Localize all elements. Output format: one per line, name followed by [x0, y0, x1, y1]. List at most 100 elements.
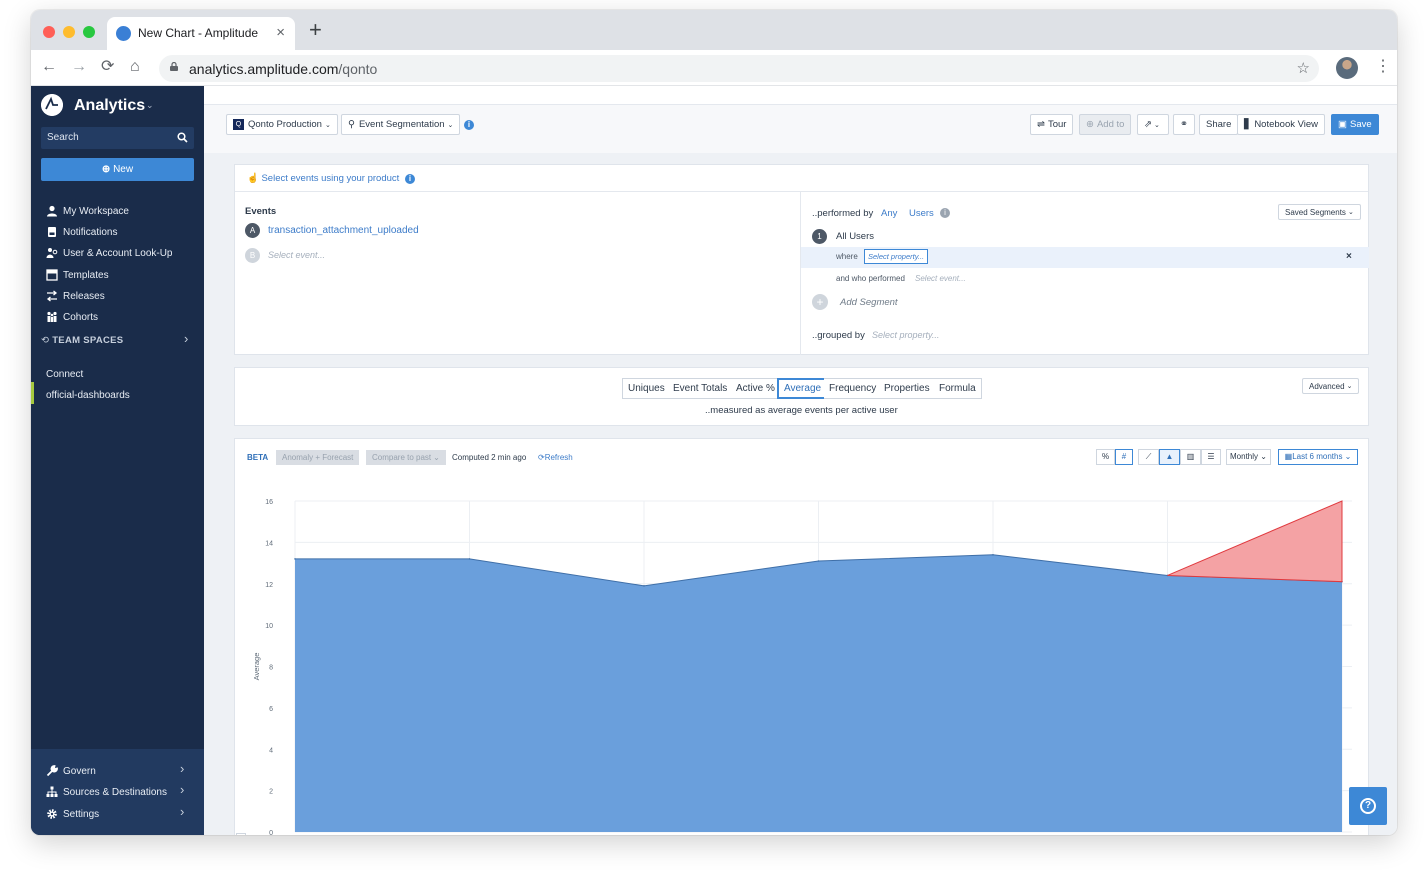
- tab-average[interactable]: Average: [777, 378, 829, 399]
- tab-event-totals[interactable]: Event Totals: [668, 378, 734, 399]
- chevron-right-icon[interactable]: ›: [180, 804, 184, 819]
- browser-tab[interactable]: New Chart - Amplitude ×: [107, 17, 295, 50]
- reload-icon[interactable]: ⟳: [101, 59, 114, 75]
- info-icon[interactable]: i: [464, 120, 474, 130]
- interval-selector[interactable]: Monthly ⌄: [1226, 449, 1271, 465]
- y-tick-label: 12: [265, 582, 273, 589]
- segment-name[interactable]: All Users: [836, 231, 874, 242]
- bookmark-star-icon[interactable]: ☆: [1297, 59, 1310, 77]
- top-strip: [204, 86, 1397, 105]
- chevron-down-icon[interactable]: ⌄: [146, 100, 154, 111]
- sidebar-item-my-workspace[interactable]: My Workspace: [46, 203, 129, 219]
- close-tab-icon[interactable]: ×: [276, 24, 285, 41]
- sidebar-search[interactable]: Search: [41, 127, 194, 149]
- back-icon[interactable]: ←: [41, 59, 57, 75]
- chevron-right-icon[interactable]: ›: [180, 761, 184, 776]
- bar-chart-icon[interactable]: ▥: [1180, 449, 1201, 465]
- table-view-icon[interactable]: ☰: [1201, 449, 1221, 465]
- select-property-dropdown[interactable]: Select property...: [864, 249, 929, 264]
- add-segment-button[interactable]: Add Segment: [840, 297, 898, 308]
- sidebar: Analytics ⌄ Search ⊕ New My Workspace No…: [31, 86, 204, 835]
- main-content: Q Qonto Production ⌄ ⚲ Event Segmentation ⌄ …: [204, 86, 1397, 835]
- tab-properties[interactable]: Properties: [879, 378, 936, 399]
- any-selector[interactable]: Any: [881, 208, 897, 219]
- anomaly-forecast-button[interactable]: Anomaly + Forecast: [276, 450, 360, 465]
- forward-icon[interactable]: →: [71, 59, 87, 75]
- event-b-placeholder[interactable]: Select event...: [268, 250, 325, 260]
- saved-segments-button[interactable]: Saved Segments ⌄: [1278, 204, 1361, 220]
- chevron-right-icon[interactable]: ›: [180, 782, 184, 797]
- home-icon[interactable]: ⌂: [130, 59, 140, 75]
- project-selector[interactable]: Q Qonto Production ⌄: [226, 114, 338, 135]
- users-selector[interactable]: Users: [909, 208, 934, 219]
- chart-panel: BETA Anomaly + Forecast Compare to past ⌄…: [234, 438, 1369, 835]
- tab-uniques[interactable]: Uniques: [622, 378, 671, 399]
- grouped-by-placeholder[interactable]: Select property...: [872, 330, 939, 340]
- chevron-down-icon: ⌄: [1153, 121, 1160, 129]
- sidebar-item-govern[interactable]: Govern: [46, 763, 96, 779]
- url-field[interactable]: analytics.amplitude.com/qonto ☆: [159, 55, 1319, 82]
- sidebar-item-sources-destinations[interactable]: Sources & Destinations: [46, 784, 167, 800]
- sidebar-space-official-dashboards[interactable]: official-dashboards: [46, 387, 130, 403]
- add-segment-icon[interactable]: +: [812, 294, 828, 310]
- minimize-window-button[interactable]: [63, 26, 75, 38]
- sidebar-item-releases[interactable]: Releases: [46, 288, 105, 304]
- close-window-button[interactable]: [43, 26, 55, 38]
- sidebar-item-settings[interactable]: Settings: [46, 806, 99, 822]
- app-brand[interactable]: Analytics: [74, 97, 145, 115]
- chevron-right-icon[interactable]: ›: [184, 331, 188, 346]
- chevron-down-icon: ⌄: [1258, 452, 1267, 461]
- add-to-button[interactable]: ⊕ Add to: [1079, 114, 1132, 135]
- share-button[interactable]: Share: [1199, 114, 1239, 135]
- sidebar-item-notifications[interactable]: Notifications: [46, 224, 117, 240]
- sidebar-space-connect[interactable]: Connect: [46, 366, 83, 382]
- floppy-icon: ▣: [1338, 119, 1347, 130]
- tour-label: Tour: [1047, 119, 1067, 130]
- signpost-icon: ⇌: [1037, 119, 1045, 130]
- select-event-placeholder[interactable]: Select event...: [915, 274, 966, 283]
- sidebar-item-user-lookup[interactable]: User & Account Look-Up: [46, 245, 173, 261]
- export-icon: ⇗: [1144, 119, 1152, 130]
- info-icon[interactable]: i: [940, 208, 950, 218]
- and-who-performed-label: and who performed: [836, 274, 905, 283]
- tab-frequency[interactable]: Frequency: [824, 378, 883, 399]
- advanced-button[interactable]: Advanced ⌄: [1302, 378, 1360, 394]
- new-button[interactable]: ⊕ New: [41, 158, 194, 181]
- refresh-button[interactable]: ⟳Refresh: [538, 453, 573, 462]
- sidebar-item-label: Govern: [63, 765, 96, 777]
- tab-formula[interactable]: Formula: [934, 378, 982, 399]
- copy-link-button[interactable]: ⚭: [1173, 114, 1195, 135]
- y-tick-label: 6: [269, 706, 273, 713]
- profile-avatar[interactable]: [1336, 57, 1358, 79]
- chevron-down-icon: ⌄: [1347, 209, 1354, 216]
- panel-divider: [800, 192, 801, 355]
- sidebar-item-cohorts[interactable]: Cohorts: [46, 309, 98, 325]
- notebook-view-button[interactable]: ▋ Notebook View: [1237, 114, 1326, 135]
- date-range-selector[interactable]: ▦Last 6 months ⌄: [1278, 449, 1358, 465]
- new-tab-icon[interactable]: +: [309, 19, 322, 41]
- team-spaces-header[interactable]: ⟲ TEAM SPACES: [41, 335, 123, 346]
- line-chart-icon[interactable]: ⟋: [1138, 449, 1159, 465]
- number-toggle[interactable]: #: [1115, 449, 1133, 465]
- percent-toggle[interactable]: %: [1096, 449, 1115, 465]
- close-icon[interactable]: ×: [1346, 251, 1352, 262]
- compare-to-past-button[interactable]: Compare to past ⌄: [366, 450, 446, 465]
- export-button[interactable]: ⇗ ⌄: [1137, 114, 1169, 135]
- y-tick-label: 16: [265, 499, 273, 506]
- space-label: official-dashboards: [46, 389, 130, 401]
- chart-type-selector[interactable]: ⚲ Event Segmentation ⌄: [341, 114, 461, 135]
- help-button[interactable]: ?: [1349, 787, 1387, 825]
- browser-menu-icon[interactable]: ⋮: [1375, 59, 1391, 75]
- events-panel: ☝ Select events using your product i Eve…: [234, 164, 1369, 355]
- maximize-window-button[interactable]: [83, 26, 95, 38]
- area-chart-icon[interactable]: ▲: [1159, 449, 1180, 465]
- sidebar-item-templates[interactable]: Templates: [46, 267, 109, 283]
- tab-active-percent[interactable]: Active %: [731, 378, 781, 399]
- select-events-link[interactable]: ☝ Select events using your product: [247, 173, 399, 184]
- event-a-name[interactable]: transaction_attachment_uploaded: [268, 225, 419, 236]
- save-button[interactable]: ▣ Save: [1331, 114, 1379, 135]
- interval-label: Monthly: [1230, 452, 1259, 461]
- chart-scroll-left-icon[interactable]: ◂: [236, 833, 246, 835]
- tour-button[interactable]: ⇌ Tour: [1030, 114, 1074, 135]
- info-icon[interactable]: i: [405, 174, 415, 184]
